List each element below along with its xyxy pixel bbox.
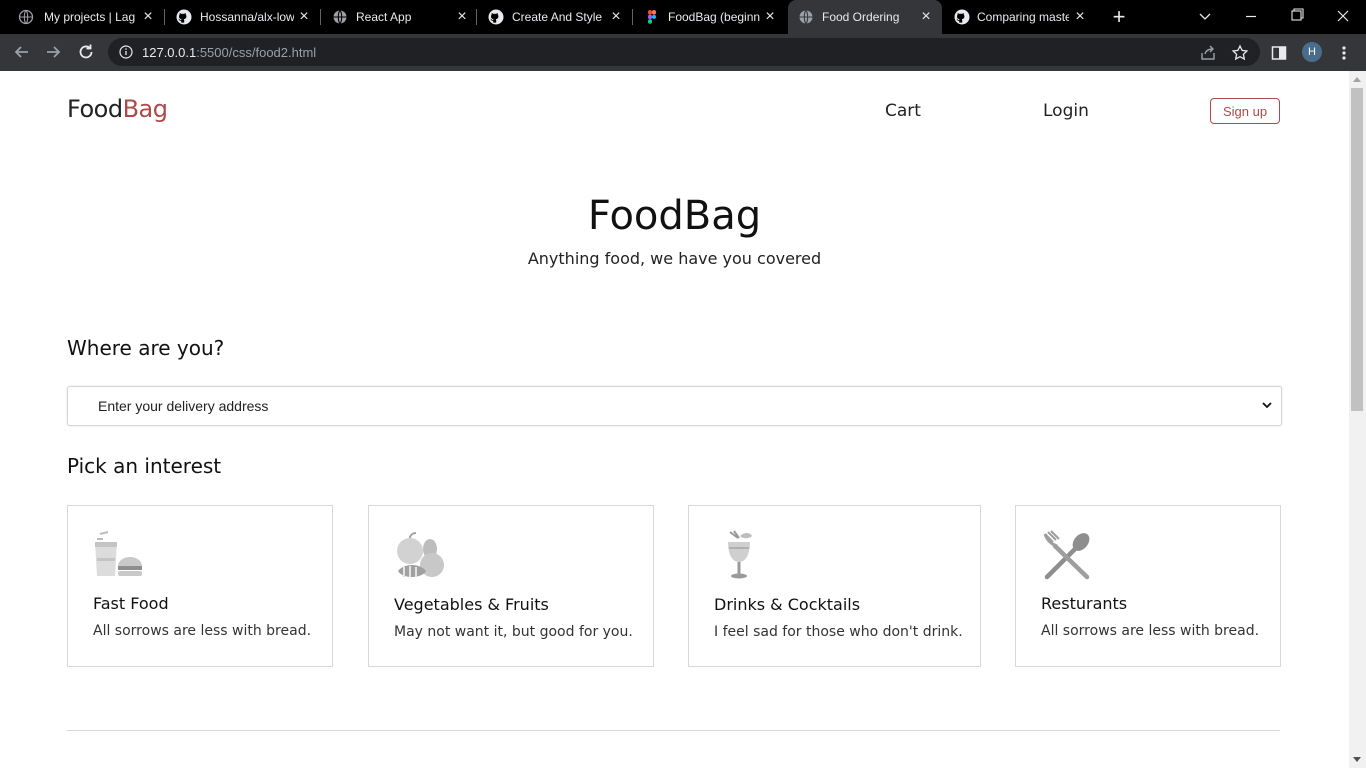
page-scrollbar[interactable]: [1349, 71, 1366, 768]
interest-card-drinks-cocktails[interactable]: Drinks & Cocktails I feel sad for those …: [688, 505, 981, 667]
card-title: Fast Food: [93, 594, 169, 613]
location-heading: Where are you?: [67, 336, 225, 360]
interest-heading: Pick an interest: [67, 454, 222, 478]
scroll-down-arrow-icon[interactable]: [1353, 757, 1361, 762]
tab-title: Create And Style: [512, 10, 602, 24]
reload-icon[interactable]: [73, 39, 99, 65]
close-icon[interactable]: ×: [762, 9, 778, 25]
tab-strip: My projects | Lag × Hossanna/alx-low × R…: [0, 0, 1366, 34]
back-icon[interactable]: [9, 39, 35, 65]
card-description: May not want it, but good for you.: [394, 624, 633, 640]
forward-icon[interactable]: [40, 39, 66, 65]
card-description: All sorrows are less with bread.: [93, 623, 312, 639]
hero-title: FoodBag: [587, 193, 762, 239]
fast-food-icon: [95, 531, 142, 576]
minimize-icon[interactable]: [1228, 0, 1274, 34]
url-text[interactable]: 127.0.0.1:5500/css/food2.html: [142, 45, 316, 60]
interest-card-vegetables-fruits[interactable]: Vegetables & Fruits May not want it, but…: [368, 505, 654, 667]
tab-hossanna-alx[interactable]: Hossanna/alx-low ×: [166, 0, 318, 34]
tab-comparing-master[interactable]: Comparing maste ×: [944, 0, 1098, 34]
tab-search-icon[interactable]: [1182, 0, 1228, 34]
interest-card-resturants[interactable]: Resturants All sorrows are less with bre…: [1015, 505, 1281, 667]
fork-spoon-icon: [1043, 530, 1090, 580]
restore-icon[interactable]: [1274, 0, 1320, 34]
close-window-icon[interactable]: [1320, 0, 1366, 34]
card-description: I feel sad for those who don't drink.: [714, 624, 963, 640]
share-icon[interactable]: [1199, 44, 1217, 62]
tab-title: FoodBag (beginn: [668, 10, 760, 24]
tab-title: Comparing maste: [977, 10, 1069, 24]
close-icon[interactable]: ×: [1072, 9, 1088, 25]
page-viewport: FoodBag Cart Login Sign up FoodBag Anyth…: [0, 71, 1349, 768]
bookmark-star-icon[interactable]: [1231, 44, 1249, 62]
card-description: All sorrows are less with bread.: [1041, 623, 1260, 639]
section-divider: [67, 730, 1280, 731]
github-icon: [176, 9, 192, 25]
vegetables-fruits-icon: [397, 532, 444, 577]
delivery-address-select[interactable]: Enter your delivery address: [67, 386, 1282, 426]
close-icon[interactable]: ×: [296, 9, 312, 25]
delivery-address-placeholder: Enter your delivery address: [98, 398, 269, 414]
nav-login-link[interactable]: Login: [1043, 101, 1089, 121]
url-host: 127.0.0.1: [142, 45, 197, 60]
chevron-down-icon: [1262, 402, 1272, 409]
interest-card-fast-food[interactable]: Fast Food All sorrows are less with brea…: [67, 505, 333, 667]
card-title: Drinks & Cocktails: [714, 595, 861, 614]
tab-my-projects[interactable]: My projects | Lag ×: [0, 0, 162, 34]
hero-subtitle: Anything food, we have you covered: [527, 249, 822, 268]
site-logo[interactable]: FoodBag: [67, 94, 168, 124]
scroll-up-arrow-icon[interactable]: [1353, 77, 1361, 82]
tab-react-app[interactable]: React App ×: [322, 0, 476, 34]
url-path: :5500/css/food2.html: [196, 45, 317, 60]
tab-title: My projects | Lag: [44, 10, 136, 24]
card-title: Resturants: [1041, 594, 1128, 613]
tab-create-and-style[interactable]: Create And Style ×: [478, 0, 630, 34]
profile-avatar[interactable]: H: [1302, 42, 1322, 62]
github-icon: [488, 9, 504, 25]
nav-cart-link[interactable]: Cart: [885, 101, 921, 121]
cocktail-icon: [728, 530, 752, 579]
close-icon[interactable]: ×: [918, 9, 934, 25]
github-icon: [954, 9, 970, 25]
tab-title: Hossanna/alx-low: [200, 10, 294, 24]
site-info-icon[interactable]: [119, 45, 133, 59]
close-icon[interactable]: ×: [608, 9, 624, 25]
new-tab-button[interactable]: +: [1108, 6, 1130, 28]
close-icon[interactable]: ×: [140, 9, 156, 25]
scrollbar-thumb[interactable]: [1351, 88, 1363, 411]
tab-title: React App: [356, 10, 412, 24]
figma-icon: [648, 10, 656, 24]
menu-kebab-icon[interactable]: [1335, 44, 1353, 62]
tab-title: Food Ordering: [822, 10, 900, 24]
logo-food: Food: [67, 95, 123, 123]
signup-button[interactable]: Sign up: [1210, 98, 1280, 124]
logo-bag: Bag: [122, 95, 168, 123]
close-icon[interactable]: ×: [454, 9, 470, 25]
tab-foodbag-figma[interactable]: FoodBag (beginn ×: [634, 0, 786, 34]
card-title: Vegetables & Fruits: [394, 595, 549, 614]
globe-icon: [333, 10, 347, 24]
globe-icon: [799, 10, 813, 24]
side-panel-icon[interactable]: [1270, 44, 1288, 62]
globe-icon: [18, 9, 34, 25]
tab-food-ordering[interactable]: Food Ordering ×: [788, 0, 942, 34]
